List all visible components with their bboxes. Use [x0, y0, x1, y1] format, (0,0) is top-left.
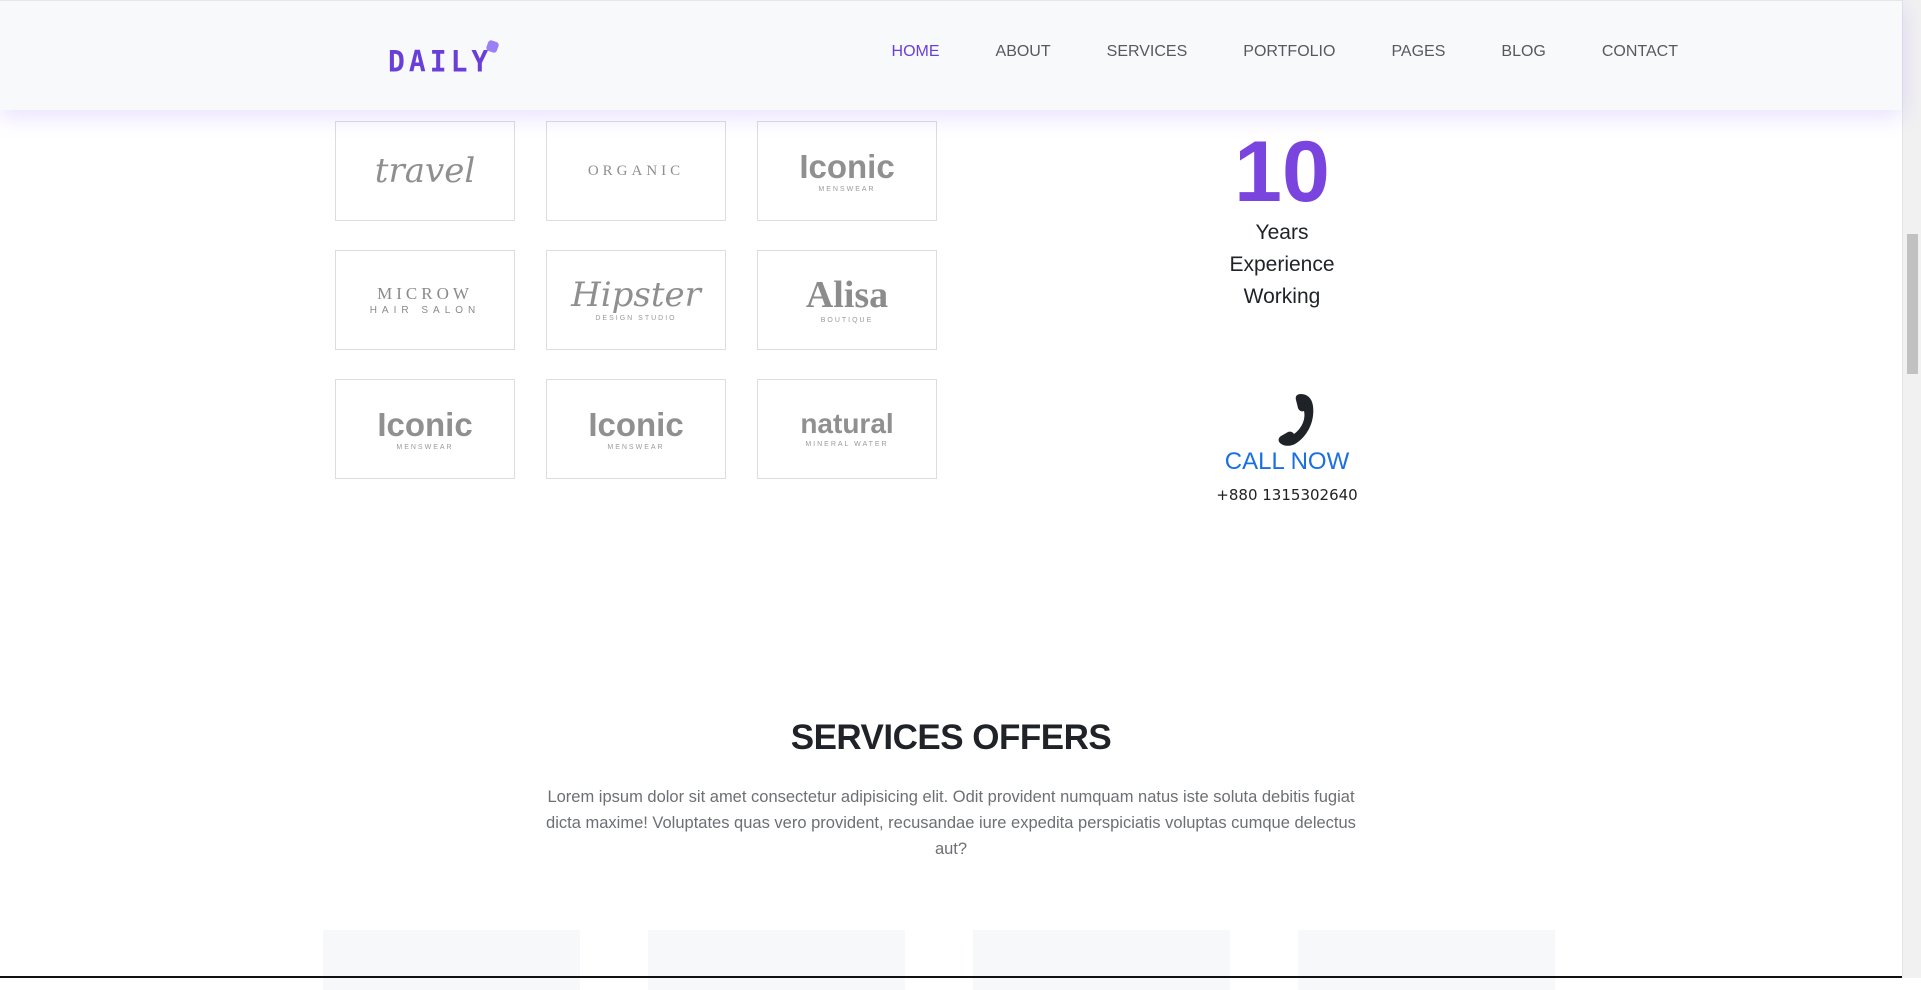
nav-item-about[interactable]: ABOUT: [996, 43, 1051, 61]
brand-logo-card: Iconic MENSWEAR: [757, 121, 937, 221]
brand-logo-grid: travel ORGANIC Iconic MENSWEAR MICROW HA…: [335, 121, 937, 479]
service-card[interactable]: [323, 930, 580, 990]
nav-item-home[interactable]: HOME: [892, 43, 940, 61]
nav-item-portfolio[interactable]: PORTFOLIO: [1243, 43, 1335, 61]
brand-logo-subtext: DESIGN STUDIO: [595, 315, 676, 322]
brand-logo-card: Hipster DESIGN STUDIO: [546, 250, 726, 350]
call-now-block: CALL NOW +880 1315302640: [1187, 392, 1387, 504]
service-card[interactable]: [973, 930, 1230, 990]
brand-logo-card: natural MINERAL WATER: [757, 379, 937, 479]
brand-logo-card: Iconic MENSWEAR: [335, 379, 515, 479]
scrollbar-thumb[interactable]: [1907, 234, 1918, 374]
brand-logo-subtext: MENSWEAR: [607, 444, 664, 451]
nav-item-pages[interactable]: PAGES: [1391, 43, 1445, 61]
brand-logo-text: Alisa: [806, 276, 888, 314]
nav-item-blog[interactable]: BLOG: [1501, 43, 1545, 61]
nav-item-services[interactable]: SERVICES: [1107, 43, 1188, 61]
brand-logo-text: Iconic: [799, 150, 894, 183]
services-description: Lorem ipsum dolor sit amet consectetur a…: [530, 784, 1372, 862]
brand-logo-subtext: MENSWEAR: [818, 186, 875, 193]
brand-logo-subtext: MINERAL WATER: [805, 441, 888, 448]
nav-item-contact[interactable]: CONTACT: [1602, 43, 1678, 61]
experience-counter: 10 Years Experience Working: [1182, 128, 1382, 312]
brand-logo-card: Iconic MENSWEAR: [546, 379, 726, 479]
brand-logo-card: MICROW HAIR SALON: [335, 250, 515, 350]
experience-number: 10: [1182, 128, 1382, 216]
vertical-scrollbar[interactable]: [1902, 0, 1921, 978]
brand-logo-text: Iconic: [588, 408, 683, 441]
brand-logo-text: travel: [375, 154, 475, 188]
brand-logo-subtext: MENSWEAR: [396, 444, 453, 451]
brand-logo-card: travel: [335, 121, 515, 221]
brand-logo-subtext: HAIR SALON: [370, 305, 481, 316]
experience-label-line2: Experience: [1182, 250, 1382, 280]
experience-label-line1: Years: [1182, 218, 1382, 248]
phone-icon: [1257, 392, 1317, 448]
brand-logo-text: Hipster: [571, 278, 701, 312]
brand-logo-card: Alisa BOUTIQUE: [757, 250, 937, 350]
site-logo[interactable]: DAILY: [388, 44, 492, 79]
phone-number: +880 1315302640: [1187, 486, 1387, 504]
call-now-link[interactable]: CALL NOW: [1225, 448, 1349, 476]
brand-logo-text: ORGANIC: [588, 164, 684, 179]
brand-logo-text: Iconic: [377, 408, 472, 441]
service-card[interactable]: [648, 930, 905, 990]
service-cards-row: [323, 930, 1555, 990]
service-card[interactable]: [1298, 930, 1555, 990]
brand-logo-text: natural: [800, 410, 893, 438]
experience-label-line3: Working: [1182, 282, 1382, 312]
brand-logo-text: MICROW: [377, 285, 473, 302]
site-header: DAILY HOME ABOUT SERVICES PORTFOLIO PAGE…: [0, 0, 1902, 110]
brand-logo-card: ORGANIC: [546, 121, 726, 221]
main-nav: HOME ABOUT SERVICES PORTFOLIO PAGES BLOG…: [836, 43, 1678, 61]
services-title: SERVICES OFFERS: [0, 718, 1902, 758]
brand-logo-subtext: BOUTIQUE: [821, 317, 874, 324]
